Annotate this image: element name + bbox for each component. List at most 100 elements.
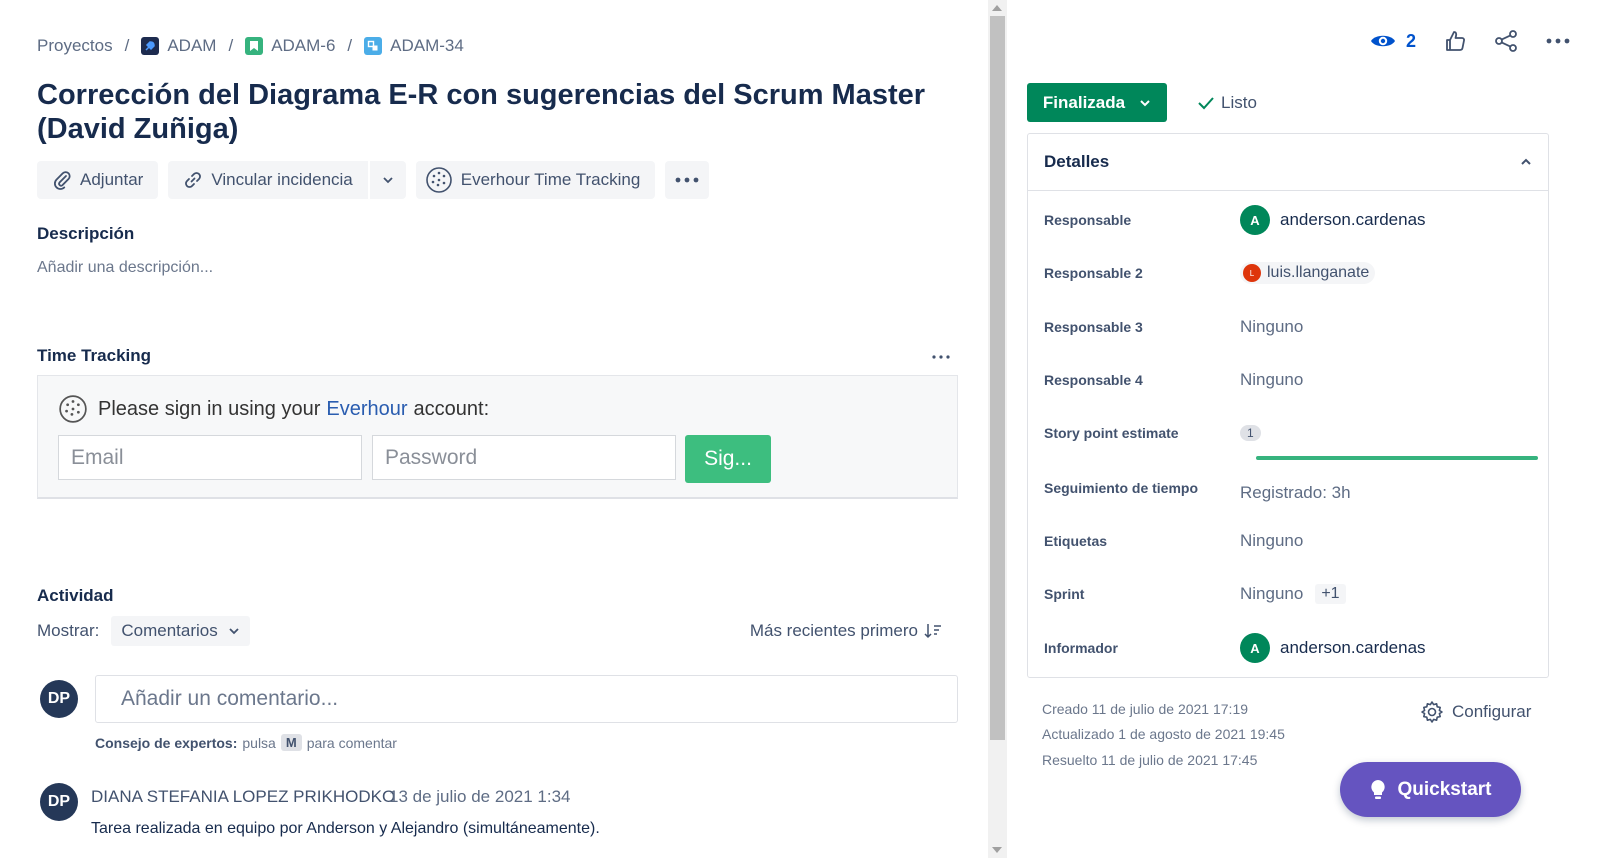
chevron-down-icon: [383, 177, 393, 184]
comment-body: Tarea realizada en equipo por Anderson y…: [91, 820, 600, 837]
avatar: L: [1243, 264, 1261, 282]
show-label: Mostrar:: [37, 621, 100, 640]
everhour-icon: [425, 167, 452, 193]
comment-date[interactable]: 13 de julio de 2021 1:34: [389, 787, 571, 807]
time-tracking-progress-bar[interactable]: [1256, 456, 1538, 460]
field-value[interactable]: A anderson.cardenas: [1240, 633, 1426, 663]
watch-button[interactable]: 2: [1370, 31, 1416, 52]
field-value[interactable]: L luis.llanganate: [1240, 262, 1376, 284]
field-assignee-3: Responsable 3 Ninguno: [1044, 307, 1534, 347]
issue-action-bar: Adjuntar Vincular incidencia Everhour Ti…: [37, 161, 710, 199]
breadcrumb: Proyectos / ADAM / ADAM-6 / ADAM-34: [37, 36, 464, 56]
chevron-down-icon: [1140, 99, 1150, 106]
description-placeholder[interactable]: Añadir una descripción...: [37, 259, 213, 277]
scrollbar-thumb[interactable]: [990, 16, 1005, 740]
activity-filter-value: Comentarios: [121, 621, 218, 640]
link-issue-button[interactable]: Vincular incidencia: [168, 161, 368, 199]
gear-icon: [1421, 701, 1443, 723]
issue-main-pane: Proyectos / ADAM / ADAM-6 / ADAM-34 Corr…: [0, 0, 988, 858]
activity-label: Actividad: [37, 586, 114, 605]
sort-order-label: Más recientes primero: [749, 621, 918, 640]
link-issue-dropdown-button[interactable]: [369, 161, 406, 199]
breadcrumb-project-label: ADAM: [167, 36, 217, 55]
description-label: Descripción: [37, 224, 135, 243]
breadcrumb-issue[interactable]: ADAM-34: [364, 36, 464, 56]
link-issue-label: Vincular incidencia: [211, 170, 353, 189]
time-tracking-more-button[interactable]: [932, 346, 950, 364]
everhour-password-input[interactable]: Password: [372, 435, 676, 480]
time-tracking-label: Time Tracking: [37, 346, 152, 365]
scroll-up-arrow-icon[interactable]: [992, 5, 1002, 11]
comment-author-avatar[interactable]: DP: [40, 783, 78, 821]
time-logged[interactable]: Registrado: 3h: [1240, 483, 1351, 503]
issue-title[interactable]: Corrección del Diagrama E-R con sugerenc…: [37, 78, 937, 146]
share-icon[interactable]: [1494, 30, 1518, 52]
field-label: Responsable: [1044, 212, 1132, 228]
field-value[interactable]: Ninguno +1: [1240, 584, 1346, 604]
field-value[interactable]: A anderson.cardenas: [1240, 205, 1426, 235]
status-dropdown-button[interactable]: Finalizada: [1027, 83, 1167, 122]
field-value[interactable]: Ninguno: [1240, 531, 1303, 551]
breadcrumb-project[interactable]: ADAM: [141, 36, 216, 56]
breadcrumb-separator: /: [228, 36, 234, 55]
watcher-count: 2: [1405, 30, 1416, 51]
field-time-tracking: Seguimiento de tiempo Registrado: 3h: [1044, 456, 1538, 508]
paperclip-icon: [54, 171, 71, 190]
thumbs-up-icon[interactable]: [1444, 30, 1466, 52]
sort-descending-icon: [924, 624, 941, 639]
details-header[interactable]: Detalles: [1028, 134, 1548, 191]
field-value[interactable]: Ninguno: [1240, 317, 1303, 337]
everhour-signin-panel: Please sign in using your Everhour accou…: [37, 375, 958, 499]
more-actions-button[interactable]: [665, 161, 710, 199]
more-icon: [675, 177, 699, 183]
sort-order-button[interactable]: Más recientes primero: [750, 621, 942, 641]
activity-filter-dropdown[interactable]: Comentarios: [111, 616, 250, 646]
everhour-email-input[interactable]: Email: [58, 435, 362, 480]
field-labels: Etiquetas Ninguno: [1044, 521, 1534, 561]
breadcrumb-parent[interactable]: ADAM-6: [245, 36, 335, 56]
tip-text: pulsa: [242, 734, 276, 751]
field-label: Story point estimate: [1044, 425, 1179, 441]
field-label: Informador: [1044, 640, 1118, 656]
checkmark-icon: [1198, 97, 1214, 110]
configure-button[interactable]: Configurar: [1420, 700, 1531, 724]
breadcrumb-projects[interactable]: Proyectos: [37, 36, 113, 56]
everhour-label: Everhour Time Tracking: [460, 170, 641, 189]
project-rocket-icon: [141, 37, 160, 55]
details-title: Detalles: [1044, 152, 1110, 171]
breadcrumb-separator: /: [124, 36, 130, 55]
attach-button[interactable]: Adjuntar: [37, 161, 159, 199]
tip-heading: Consejo de expertos:: [95, 734, 238, 751]
quickstart-label: Quickstart: [1397, 778, 1492, 800]
story-icon: [245, 37, 264, 55]
comment-author[interactable]: DIANA STEFANIA LOPEZ PRIKHODKO: [91, 787, 395, 807]
details-panel: Detalles Responsable A anderson.cardenas…: [1027, 133, 1549, 678]
avatar: A: [1240, 633, 1270, 663]
sprint-extra-badge[interactable]: +1: [1315, 584, 1346, 604]
issue-header-actions: 2: [1370, 30, 1570, 52]
everhour-signin-button[interactable]: Sig...: [685, 435, 771, 483]
everhour-link[interactable]: Everhour: [326, 398, 407, 421]
assignee-name: anderson.cardenas: [1280, 210, 1426, 229]
field-value[interactable]: 1: [1240, 425, 1261, 441]
chevron-up-icon[interactable]: [1520, 156, 1532, 168]
scroll-down-arrow-icon[interactable]: [992, 847, 1002, 853]
everhour-time-tracking-button[interactable]: Everhour Time Tracking: [415, 161, 656, 199]
story-points-badge: 1: [1240, 425, 1261, 441]
eye-icon: [1370, 35, 1395, 47]
field-assignee-4: Responsable 4 Ninguno: [1044, 360, 1534, 400]
more-icon[interactable]: [1546, 38, 1570, 44]
activity-filter-row: Mostrar: Comentarios: [37, 616, 250, 646]
main-scrollbar[interactable]: [988, 0, 1007, 858]
field-label: Responsable 4: [1044, 372, 1143, 388]
resolution-label: Listo: [1221, 93, 1257, 112]
resolution: Listo: [1197, 93, 1257, 113]
status-label: Finalizada: [1042, 92, 1126, 112]
comment-input[interactable]: Añadir un comentario...: [95, 675, 958, 723]
tip-text: para comentar: [306, 734, 397, 751]
user-chip[interactable]: L luis.llanganate: [1240, 262, 1376, 284]
quickstart-button[interactable]: Quickstart: [1340, 762, 1521, 817]
field-value[interactable]: Ninguno: [1240, 370, 1303, 390]
assignee-2-name: luis.llanganate: [1267, 264, 1370, 281]
updated-date: Actualizado 1 de agosto de 2021 19:45: [1042, 726, 1285, 742]
